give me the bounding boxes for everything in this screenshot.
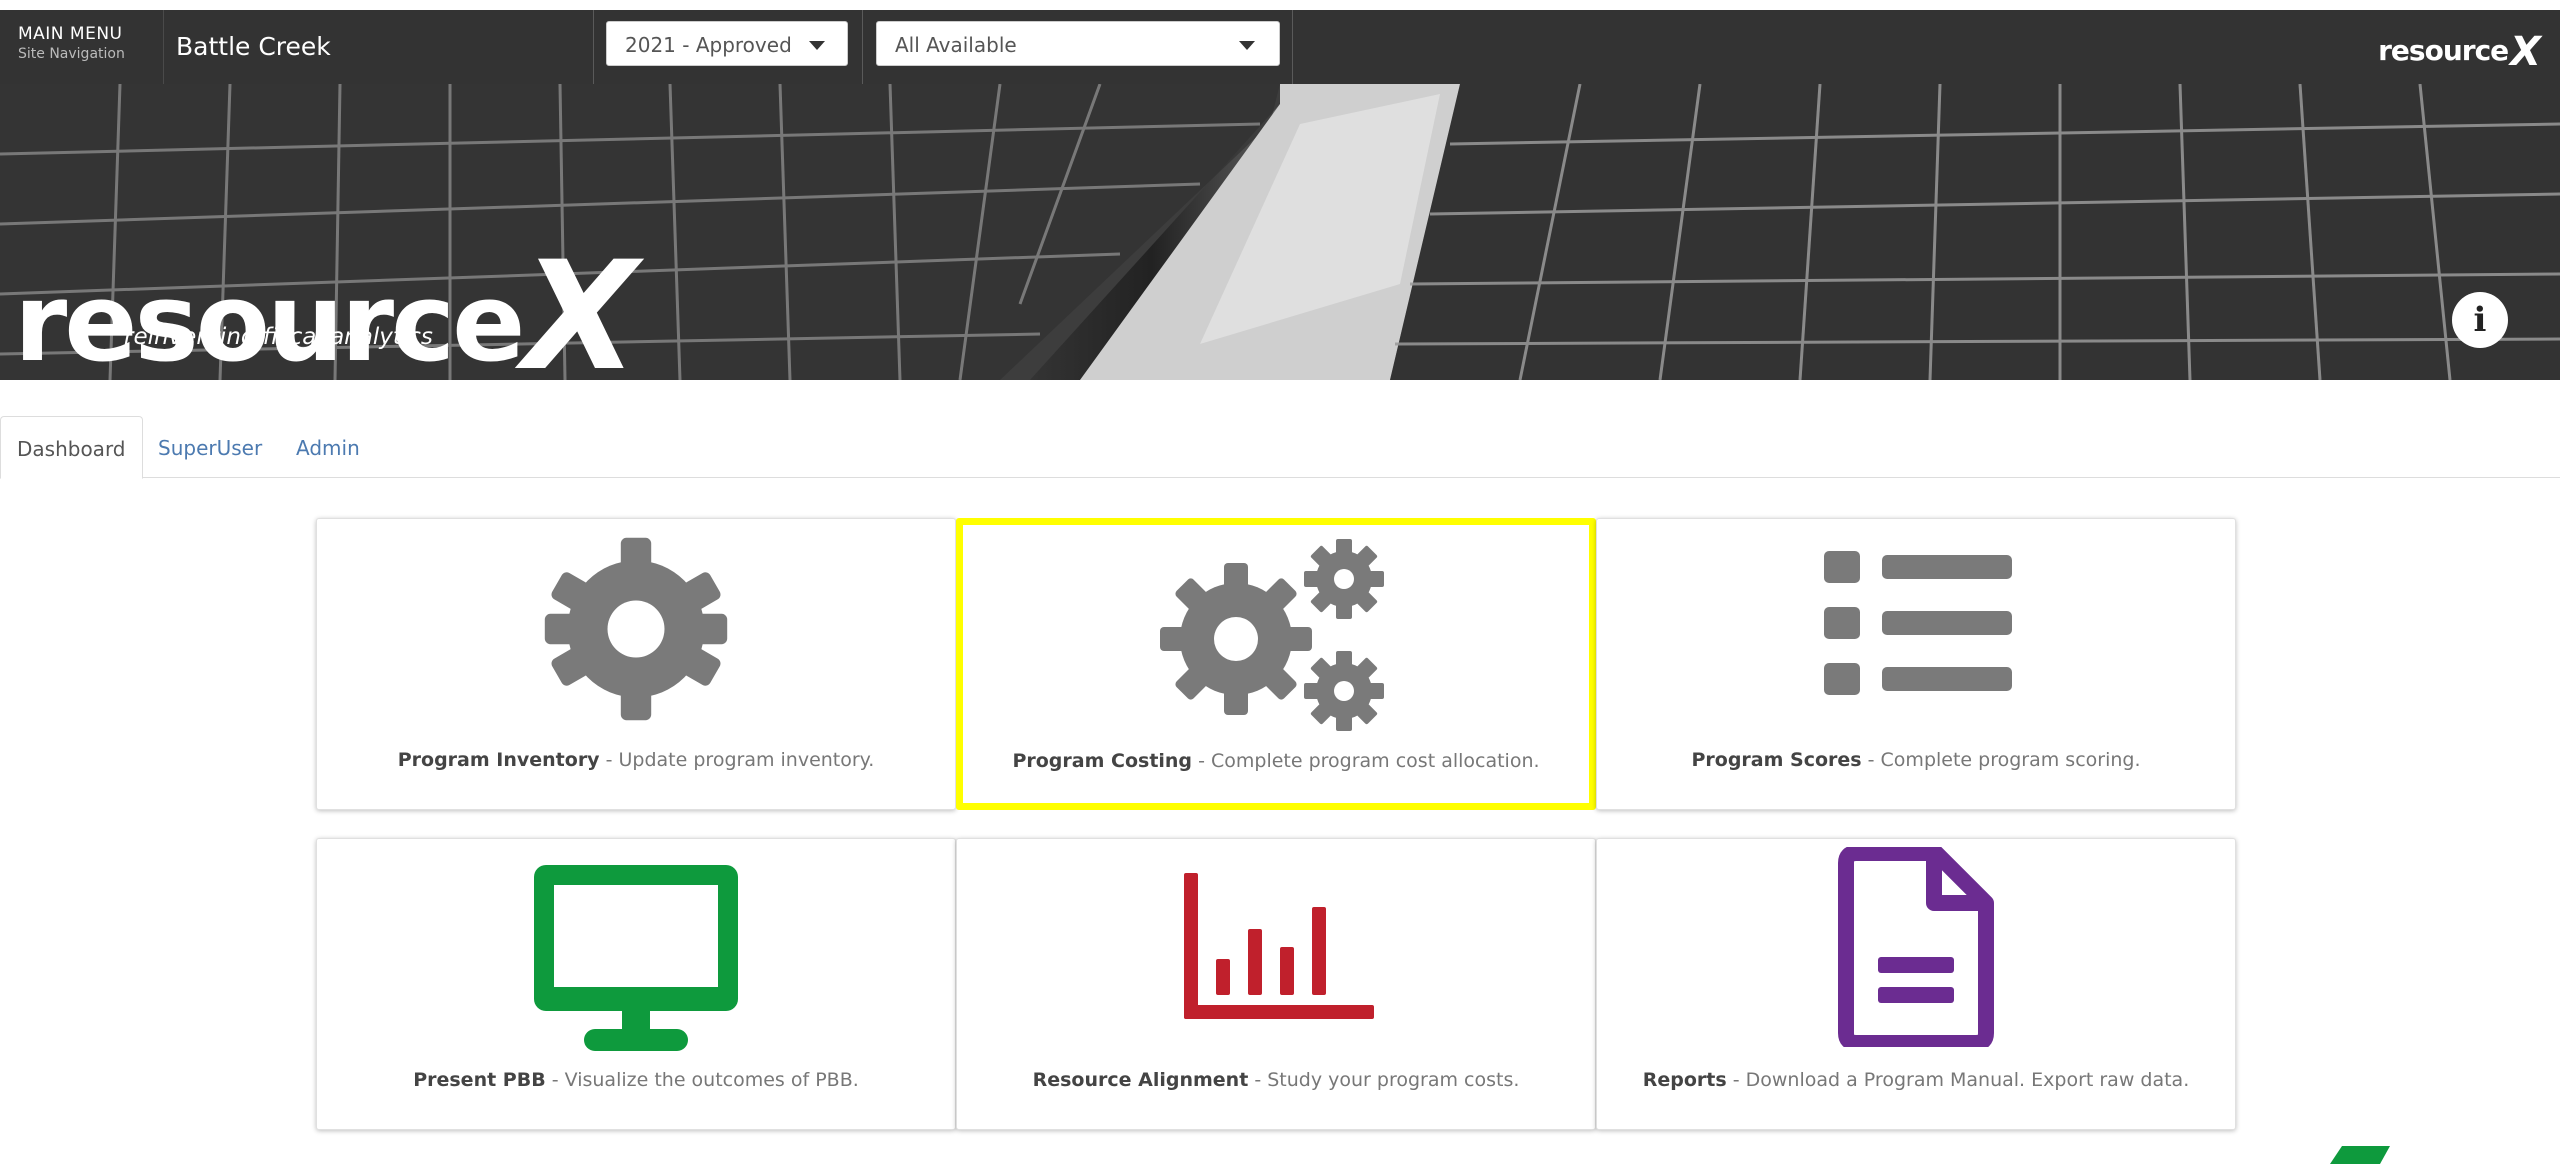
tab-superuser[interactable]: SuperUser <box>142 416 278 478</box>
nav-divider <box>593 10 594 84</box>
card-caption: Present PBB - Visualize the outcomes of … <box>317 1069 955 1091</box>
filter-select[interactable]: All Available <box>876 21 1280 66</box>
gear-icon <box>317 529 955 734</box>
gears-icon <box>963 535 1589 740</box>
card-description: - Update program inventory. <box>599 749 875 771</box>
brand-logo-text: resource <box>2378 34 2509 67</box>
card-caption: Resource Alignment - Study your program … <box>957 1069 1595 1091</box>
monitor-icon <box>317 861 955 1062</box>
info-icon[interactable]: i <box>2452 292 2508 348</box>
program-costing-card[interactable]: Program Costing - Complete program cost … <box>956 518 1596 810</box>
card-caption: Program Costing - Complete program cost … <box>963 750 1589 772</box>
program-scores-card[interactable]: Program Scores - Complete program scorin… <box>1596 518 2236 810</box>
reports-card[interactable]: Reports - Download a Program Manual. Exp… <box>1596 838 2236 1130</box>
tab-admin[interactable]: Admin <box>280 416 376 478</box>
card-title: Reports <box>1642 1069 1727 1091</box>
bar-chart-icon <box>957 869 1595 1024</box>
card-title: Program Inventory <box>397 749 600 771</box>
brand-logo-x: X <box>2510 29 2541 75</box>
card-title: Program Scores <box>1691 749 1862 771</box>
program-inventory-card[interactable]: Program Inventory - Update program inven… <box>316 518 956 810</box>
card-description: - Complete program scoring. <box>1861 749 2141 771</box>
nav-divider <box>862 10 863 84</box>
hero-logo-x: X <box>522 230 638 380</box>
site-title: Battle Creek <box>176 32 331 61</box>
resource-alignment-card[interactable]: Resource Alignment - Study your program … <box>956 838 1596 1130</box>
card-caption: Program Scores - Complete program scorin… <box>1597 749 2235 771</box>
hero-banner: resourceX reinventing fiscal analytics i <box>0 84 2560 380</box>
hero-tagline: reinventing fiscal analytics <box>124 324 433 350</box>
card-title: Resource Alignment <box>1032 1069 1249 1091</box>
tab-dashboard[interactable]: Dashboard <box>0 416 143 479</box>
card-description: - Study your program costs. <box>1248 1069 1520 1091</box>
nav-divider <box>1292 10 1293 84</box>
hero-logo: resourceX <box>14 234 638 380</box>
card-caption: Program Inventory - Update program inven… <box>317 749 955 771</box>
card-description: - Visualize the outcomes of PBB. <box>545 1069 859 1091</box>
card-description: - Complete program cost allocation. <box>1192 750 1540 772</box>
chevron-down-icon <box>809 41 825 50</box>
site-navigation-label: Site Navigation <box>18 46 125 62</box>
main-menu-button[interactable]: MAIN MENU Site Navigation <box>0 10 164 84</box>
card-description: - Download a Program Manual. Export raw … <box>1726 1069 2190 1091</box>
budget-select-value: 2021 - Approved <box>625 33 792 57</box>
list-icon <box>1597 543 2235 708</box>
tab-bar: Dashboard SuperUser Admin <box>0 416 2560 479</box>
hero-logo-text: resource <box>14 261 525 380</box>
card-title: Present PBB <box>413 1069 546 1091</box>
document-icon <box>1597 845 2235 1052</box>
brand-logo[interactable]: resourceX <box>2378 24 2541 75</box>
card-title: Program Costing <box>1012 750 1193 772</box>
top-navigation-bar: MAIN MENU Site Navigation Battle Creek 2… <box>0 10 2560 84</box>
card-caption: Reports - Download a Program Manual. Exp… <box>1597 1069 2235 1091</box>
present-pbb-card[interactable]: Present PBB - Visualize the outcomes of … <box>316 838 956 1130</box>
main-menu-label: MAIN MENU <box>18 24 123 44</box>
filter-select-value: All Available <box>895 33 1017 57</box>
budget-select[interactable]: 2021 - Approved <box>606 21 848 66</box>
chevron-down-icon <box>1239 41 1255 50</box>
decorative-shape <box>2330 1146 2390 1164</box>
